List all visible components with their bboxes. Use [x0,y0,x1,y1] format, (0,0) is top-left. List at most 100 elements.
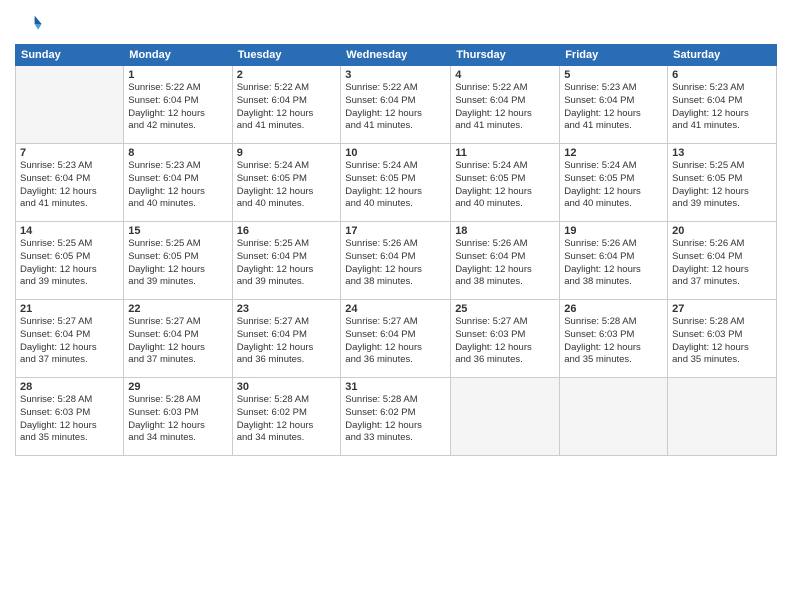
day-info: Sunrise: 5:27 AM Sunset: 6:04 PM Dayligh… [128,316,227,367]
day-info: Sunrise: 5:23 AM Sunset: 6:04 PM Dayligh… [128,160,227,211]
day-number: 6 [672,69,772,81]
day-info: Sunrise: 5:28 AM Sunset: 6:03 PM Dayligh… [564,316,663,367]
weekday-header-sunday: Sunday [16,45,124,66]
calendar-cell [560,378,668,456]
calendar-cell: 12Sunrise: 5:24 AM Sunset: 6:05 PM Dayli… [560,144,668,222]
day-number: 10 [345,147,446,159]
day-info: Sunrise: 5:28 AM Sunset: 6:03 PM Dayligh… [20,394,119,445]
day-info: Sunrise: 5:25 AM Sunset: 6:05 PM Dayligh… [128,238,227,289]
day-info: Sunrise: 5:27 AM Sunset: 6:03 PM Dayligh… [455,316,555,367]
day-number: 19 [564,225,663,237]
day-info: Sunrise: 5:25 AM Sunset: 6:05 PM Dayligh… [672,160,772,211]
day-number: 8 [128,147,227,159]
calendar-week-row: 28Sunrise: 5:28 AM Sunset: 6:03 PM Dayli… [16,378,777,456]
day-number: 26 [564,303,663,315]
day-number: 27 [672,303,772,315]
weekday-header-tuesday: Tuesday [232,45,341,66]
calendar-cell: 19Sunrise: 5:26 AM Sunset: 6:04 PM Dayli… [560,222,668,300]
day-info: Sunrise: 5:27 AM Sunset: 6:04 PM Dayligh… [20,316,119,367]
day-number: 30 [237,381,337,393]
day-number: 23 [237,303,337,315]
calendar-week-row: 14Sunrise: 5:25 AM Sunset: 6:05 PM Dayli… [16,222,777,300]
calendar-cell: 20Sunrise: 5:26 AM Sunset: 6:04 PM Dayli… [668,222,777,300]
calendar-cell: 7Sunrise: 5:23 AM Sunset: 6:04 PM Daylig… [16,144,124,222]
weekday-header-monday: Monday [124,45,232,66]
day-number: 5 [564,69,663,81]
day-number: 18 [455,225,555,237]
day-info: Sunrise: 5:27 AM Sunset: 6:04 PM Dayligh… [345,316,446,367]
day-number: 24 [345,303,446,315]
day-number: 20 [672,225,772,237]
day-info: Sunrise: 5:26 AM Sunset: 6:04 PM Dayligh… [455,238,555,289]
day-number: 31 [345,381,446,393]
calendar-cell [668,378,777,456]
day-info: Sunrise: 5:24 AM Sunset: 6:05 PM Dayligh… [345,160,446,211]
day-number: 11 [455,147,555,159]
calendar-cell: 2Sunrise: 5:22 AM Sunset: 6:04 PM Daylig… [232,66,341,144]
day-info: Sunrise: 5:24 AM Sunset: 6:05 PM Dayligh… [564,160,663,211]
day-info: Sunrise: 5:26 AM Sunset: 6:04 PM Dayligh… [672,238,772,289]
day-info: Sunrise: 5:28 AM Sunset: 6:02 PM Dayligh… [237,394,337,445]
day-number: 14 [20,225,119,237]
day-info: Sunrise: 5:25 AM Sunset: 6:04 PM Dayligh… [237,238,337,289]
day-info: Sunrise: 5:23 AM Sunset: 6:04 PM Dayligh… [20,160,119,211]
day-number: 29 [128,381,227,393]
day-info: Sunrise: 5:27 AM Sunset: 6:04 PM Dayligh… [237,316,337,367]
calendar-cell [451,378,560,456]
calendar-cell: 3Sunrise: 5:22 AM Sunset: 6:04 PM Daylig… [341,66,451,144]
calendar-cell [16,66,124,144]
day-number: 13 [672,147,772,159]
calendar-cell: 9Sunrise: 5:24 AM Sunset: 6:05 PM Daylig… [232,144,341,222]
calendar-cell: 10Sunrise: 5:24 AM Sunset: 6:05 PM Dayli… [341,144,451,222]
day-number: 7 [20,147,119,159]
calendar-cell: 13Sunrise: 5:25 AM Sunset: 6:05 PM Dayli… [668,144,777,222]
calendar-cell: 25Sunrise: 5:27 AM Sunset: 6:03 PM Dayli… [451,300,560,378]
calendar-cell: 4Sunrise: 5:22 AM Sunset: 6:04 PM Daylig… [451,66,560,144]
day-number: 21 [20,303,119,315]
calendar-cell: 14Sunrise: 5:25 AM Sunset: 6:05 PM Dayli… [16,222,124,300]
day-number: 12 [564,147,663,159]
calendar-cell: 17Sunrise: 5:26 AM Sunset: 6:04 PM Dayli… [341,222,451,300]
day-info: Sunrise: 5:25 AM Sunset: 6:05 PM Dayligh… [20,238,119,289]
calendar-table: SundayMondayTuesdayWednesdayThursdayFrid… [15,44,777,456]
weekday-header-saturday: Saturday [668,45,777,66]
calendar-cell: 11Sunrise: 5:24 AM Sunset: 6:05 PM Dayli… [451,144,560,222]
day-info: Sunrise: 5:24 AM Sunset: 6:05 PM Dayligh… [237,160,337,211]
calendar-cell: 27Sunrise: 5:28 AM Sunset: 6:03 PM Dayli… [668,300,777,378]
calendar-cell: 30Sunrise: 5:28 AM Sunset: 6:02 PM Dayli… [232,378,341,456]
calendar-week-row: 7Sunrise: 5:23 AM Sunset: 6:04 PM Daylig… [16,144,777,222]
day-number: 16 [237,225,337,237]
calendar-week-row: 1Sunrise: 5:22 AM Sunset: 6:04 PM Daylig… [16,66,777,144]
calendar-cell: 1Sunrise: 5:22 AM Sunset: 6:04 PM Daylig… [124,66,232,144]
weekday-header-thursday: Thursday [451,45,560,66]
day-info: Sunrise: 5:26 AM Sunset: 6:04 PM Dayligh… [564,238,663,289]
day-info: Sunrise: 5:23 AM Sunset: 6:04 PM Dayligh… [564,82,663,133]
calendar-cell: 6Sunrise: 5:23 AM Sunset: 6:04 PM Daylig… [668,66,777,144]
day-number: 3 [345,69,446,81]
calendar-week-row: 21Sunrise: 5:27 AM Sunset: 6:04 PM Dayli… [16,300,777,378]
calendar-cell: 5Sunrise: 5:23 AM Sunset: 6:04 PM Daylig… [560,66,668,144]
day-info: Sunrise: 5:28 AM Sunset: 6:02 PM Dayligh… [345,394,446,445]
day-info: Sunrise: 5:24 AM Sunset: 6:05 PM Dayligh… [455,160,555,211]
day-info: Sunrise: 5:23 AM Sunset: 6:04 PM Dayligh… [672,82,772,133]
calendar-cell: 26Sunrise: 5:28 AM Sunset: 6:03 PM Dayli… [560,300,668,378]
day-number: 2 [237,69,337,81]
calendar-cell: 8Sunrise: 5:23 AM Sunset: 6:04 PM Daylig… [124,144,232,222]
weekday-header-row: SundayMondayTuesdayWednesdayThursdayFrid… [16,45,777,66]
logo-icon [15,10,43,38]
calendar-cell: 23Sunrise: 5:27 AM Sunset: 6:04 PM Dayli… [232,300,341,378]
day-info: Sunrise: 5:22 AM Sunset: 6:04 PM Dayligh… [455,82,555,133]
weekday-header-friday: Friday [560,45,668,66]
day-info: Sunrise: 5:22 AM Sunset: 6:04 PM Dayligh… [237,82,337,133]
calendar-cell: 31Sunrise: 5:28 AM Sunset: 6:02 PM Dayli… [341,378,451,456]
day-info: Sunrise: 5:28 AM Sunset: 6:03 PM Dayligh… [672,316,772,367]
calendar-cell: 18Sunrise: 5:26 AM Sunset: 6:04 PM Dayli… [451,222,560,300]
day-number: 15 [128,225,227,237]
day-info: Sunrise: 5:22 AM Sunset: 6:04 PM Dayligh… [128,82,227,133]
day-info: Sunrise: 5:28 AM Sunset: 6:03 PM Dayligh… [128,394,227,445]
calendar-cell: 22Sunrise: 5:27 AM Sunset: 6:04 PM Dayli… [124,300,232,378]
calendar-cell: 29Sunrise: 5:28 AM Sunset: 6:03 PM Dayli… [124,378,232,456]
day-number: 9 [237,147,337,159]
weekday-header-wednesday: Wednesday [341,45,451,66]
page: SundayMondayTuesdayWednesdayThursdayFrid… [0,0,792,612]
